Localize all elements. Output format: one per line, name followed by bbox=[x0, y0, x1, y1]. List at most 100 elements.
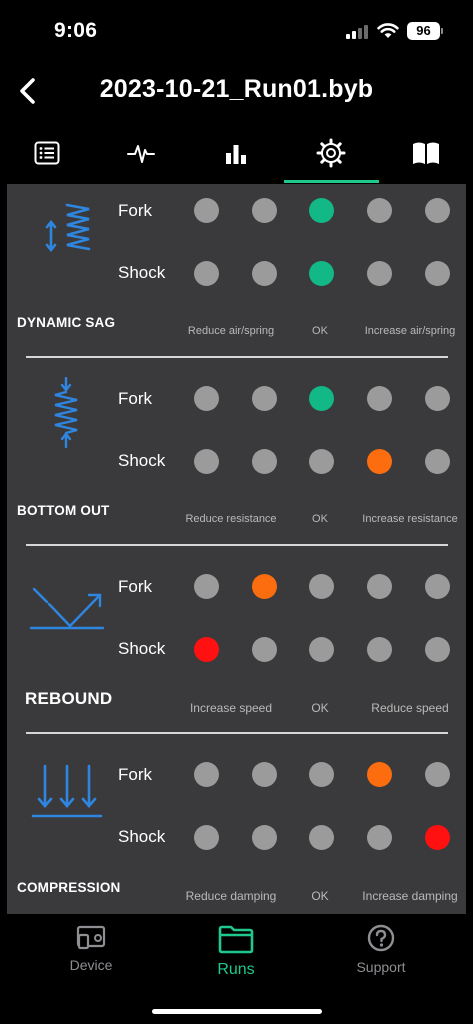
section-title: BOTTOM OUT bbox=[17, 503, 110, 518]
settings-content[interactable]: Fork Shock DYNAMIC SAG Reduce air/spring… bbox=[7, 184, 466, 914]
scale-label-left: Reduce air/spring bbox=[187, 325, 275, 337]
row-label-fork: Fork bbox=[118, 389, 152, 408]
wifi-icon bbox=[377, 23, 399, 38]
status-dot-neutral bbox=[252, 198, 277, 223]
status-dot-neutral bbox=[309, 825, 334, 850]
section-rebound: Fork Shock REBOUND Increase speed OK Red… bbox=[7, 560, 466, 735]
battery-tip bbox=[441, 28, 443, 34]
divider bbox=[26, 732, 448, 734]
status-dot-neutral bbox=[425, 386, 450, 411]
status-bar: 9:06 96 bbox=[0, 0, 473, 62]
scale-label-left: Increase speed bbox=[189, 701, 273, 715]
status-dot-neutral bbox=[367, 198, 392, 223]
status-dot-neutral bbox=[194, 825, 219, 850]
nav-header: 2023-10-21_Run01.byb bbox=[0, 62, 473, 122]
status-dot-neutral bbox=[252, 386, 277, 411]
status-dot-neutral bbox=[425, 449, 450, 474]
status-dot-neutral bbox=[367, 386, 392, 411]
status-dot-neutral bbox=[252, 762, 277, 787]
section-compression: Fork Shock COMPRESSION Reduce damping OK… bbox=[7, 748, 466, 914]
scale-label-left: Reduce resistance bbox=[185, 513, 277, 525]
active-tab-indicator bbox=[284, 180, 379, 183]
section-title: DYNAMIC SAG bbox=[17, 315, 116, 330]
tab-charts[interactable] bbox=[189, 122, 283, 184]
status-dot-neutral bbox=[309, 449, 334, 474]
spring-sag-icon bbox=[45, 203, 91, 253]
status-dot-warning bbox=[252, 574, 277, 599]
status-dot-ok bbox=[309, 261, 334, 286]
status-dot-neutral bbox=[252, 637, 277, 662]
nav-runs[interactable]: Runs bbox=[176, 924, 296, 979]
row-label-shock: Shock bbox=[118, 451, 166, 470]
row-label-fork: Fork bbox=[118, 201, 152, 220]
section-title: REBOUND bbox=[25, 689, 113, 708]
status-dot-neutral bbox=[252, 261, 277, 286]
scale-label-right: Reduce speed bbox=[371, 701, 449, 715]
gear-icon bbox=[316, 138, 346, 168]
bar-chart-icon bbox=[226, 145, 246, 164]
status-dot-neutral bbox=[252, 449, 277, 474]
tab-activity[interactable] bbox=[94, 122, 188, 184]
nav-device[interactable]: Device bbox=[31, 924, 151, 973]
row-label-fork: Fork bbox=[118, 577, 152, 596]
status-dot-ok bbox=[309, 386, 334, 411]
status-dot-neutral bbox=[194, 261, 219, 286]
status-dot-error bbox=[194, 637, 219, 662]
status-dot-neutral bbox=[425, 574, 450, 599]
status-dot-neutral bbox=[194, 198, 219, 223]
tab-settings[interactable] bbox=[284, 122, 378, 184]
list-icon bbox=[34, 141, 60, 165]
status-time: 9:06 bbox=[54, 19, 98, 42]
divider bbox=[26, 356, 448, 358]
status-dot-ok bbox=[309, 198, 334, 223]
nav-support-label: Support bbox=[356, 959, 406, 975]
scale-label-right: Increase damping bbox=[362, 889, 458, 903]
status-dot-neutral bbox=[309, 762, 334, 787]
status-dot-neutral bbox=[425, 637, 450, 662]
status-dot-neutral bbox=[309, 637, 334, 662]
status-dot-neutral bbox=[194, 574, 219, 599]
status-dot-warning bbox=[367, 762, 392, 787]
status-dot-neutral bbox=[367, 637, 392, 662]
status-dot-neutral bbox=[367, 261, 392, 286]
battery-indicator: 96 bbox=[407, 22, 440, 40]
scale-label-ok: OK bbox=[311, 889, 329, 903]
section-title: COMPRESSION bbox=[17, 880, 121, 895]
status-dot-error bbox=[425, 825, 450, 850]
scale-label-ok: OK bbox=[311, 701, 329, 715]
scale-label-ok: OK bbox=[312, 513, 328, 525]
nav-support[interactable]: Support bbox=[321, 924, 441, 975]
tab-guide[interactable] bbox=[379, 122, 473, 184]
section-dynamic-sag: Fork Shock DYNAMIC SAG Reduce air/spring… bbox=[7, 184, 466, 359]
signal-icon bbox=[346, 24, 370, 39]
activity-icon bbox=[127, 145, 155, 163]
status-dot-neutral bbox=[367, 825, 392, 850]
row-label-shock: Shock bbox=[118, 263, 166, 282]
status-dot-warning bbox=[367, 449, 392, 474]
scale-label-right: Increase air/spring bbox=[364, 325, 456, 337]
device-icon bbox=[76, 925, 106, 950]
page-title: 2023-10-21_Run01.byb bbox=[99, 75, 374, 103]
status-dot-neutral bbox=[252, 825, 277, 850]
book-icon bbox=[413, 142, 439, 164]
tab-list[interactable] bbox=[0, 122, 94, 184]
scale-label-ok: OK bbox=[312, 325, 328, 337]
help-icon bbox=[367, 924, 395, 952]
nav-runs-label: Runs bbox=[217, 961, 255, 978]
scale-label-right: Increase resistance bbox=[362, 513, 458, 525]
rebound-icon bbox=[29, 587, 105, 630]
status-dot-neutral bbox=[425, 198, 450, 223]
divider bbox=[26, 544, 448, 546]
folder-icon bbox=[218, 925, 254, 954]
row-label-shock: Shock bbox=[118, 639, 166, 658]
spring-compress-icon bbox=[54, 377, 78, 449]
status-dot-neutral bbox=[194, 762, 219, 787]
scale-label-left: Reduce damping bbox=[185, 889, 277, 903]
status-dot-neutral bbox=[367, 574, 392, 599]
nav-device-label: Device bbox=[69, 957, 113, 973]
status-dot-neutral bbox=[425, 762, 450, 787]
section-bottom-out: Fork Shock BOTTOM OUT Reduce resistance … bbox=[7, 372, 466, 547]
status-dot-neutral bbox=[194, 449, 219, 474]
status-dot-neutral bbox=[309, 574, 334, 599]
bottom-nav: Device Runs Support bbox=[0, 914, 473, 1024]
